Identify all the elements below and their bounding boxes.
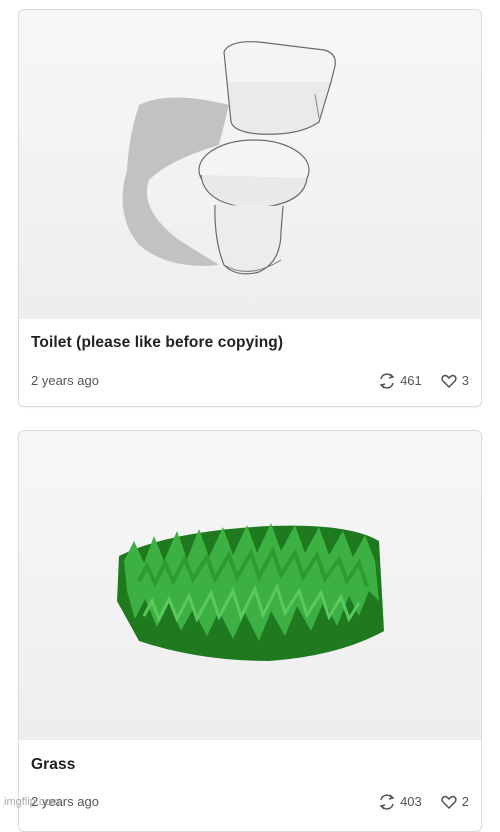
remix-icon[interactable] bbox=[378, 793, 396, 811]
design-stats: 403 2 bbox=[378, 792, 469, 812]
watermark: imgflip.com bbox=[4, 796, 60, 808]
heart-icon[interactable] bbox=[440, 793, 458, 811]
design-thumbnail[interactable] bbox=[19, 431, 481, 740]
design-stats: 461 3 bbox=[378, 371, 469, 391]
like-count: 2 bbox=[461, 794, 469, 809]
toilet-model-image bbox=[122, 41, 336, 275]
heart-icon[interactable] bbox=[440, 372, 458, 390]
design-title[interactable]: Grass bbox=[31, 756, 75, 774]
design-title[interactable]: Toilet (please like before copying) bbox=[31, 334, 283, 352]
like-count: 3 bbox=[461, 373, 469, 388]
grass-model-image bbox=[117, 523, 384, 661]
design-card-grass[interactable]: Grass 2 years ago 403 2 bbox=[18, 430, 482, 832]
remix-count: 461 bbox=[400, 373, 422, 388]
remix-count: 403 bbox=[400, 794, 422, 809]
design-thumbnail[interactable] bbox=[19, 10, 481, 319]
remix-icon[interactable] bbox=[378, 372, 396, 390]
design-card-toilet[interactable]: Toilet (please like before copying) 2 ye… bbox=[18, 9, 482, 407]
design-meta: 2 years ago 461 3 bbox=[31, 371, 469, 391]
design-meta: 2 years ago 403 2 bbox=[31, 792, 469, 812]
design-age: 2 years ago bbox=[31, 373, 99, 388]
